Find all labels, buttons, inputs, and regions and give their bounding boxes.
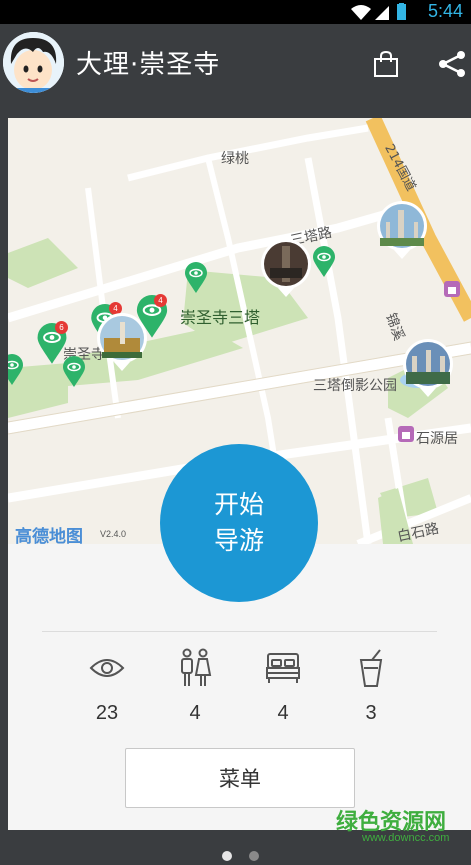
bed-icon xyxy=(248,644,318,692)
drink-icon xyxy=(336,644,406,692)
photo-marker-towers[interactable] xyxy=(376,200,428,260)
map-label-lutao: 绿桃 xyxy=(221,151,249,167)
map-label-chongsheng-santa: 崇圣寺三塔 xyxy=(180,308,261,327)
stat-drinks-value: 3 xyxy=(365,702,377,724)
photo-marker-lake[interactable] xyxy=(402,338,454,398)
app-bar: 大理·崇圣寺 xyxy=(0,24,471,102)
map-label-santa-daoying-park: 三塔倒影公园 xyxy=(313,378,397,394)
shop-marker-icon[interactable] xyxy=(398,426,414,442)
stat-restrooms-value: 4 xyxy=(189,702,201,724)
map-label-shiyuan: 石源居 xyxy=(416,431,458,447)
avatar-cartoon-icon xyxy=(3,32,64,93)
pin-badge: 6 xyxy=(55,321,68,334)
share-icon[interactable] xyxy=(437,50,467,82)
eye-icon xyxy=(72,644,142,692)
stat-sights-value: 23 xyxy=(95,702,119,724)
sight-pin-icon[interactable] xyxy=(184,262,208,294)
stat-hotels[interactable]: 4 xyxy=(248,644,318,725)
status-icons xyxy=(349,3,409,25)
shopping-bag-icon[interactable] xyxy=(372,50,400,82)
stat-restrooms[interactable]: 4 xyxy=(160,644,230,725)
page-title: 大理·崇圣寺 xyxy=(76,50,221,80)
start-tour-button[interactable]: 开始 导游 xyxy=(160,444,318,602)
page-dot-active[interactable] xyxy=(222,851,232,861)
sight-pin-icon[interactable] xyxy=(8,354,24,386)
page-indicator xyxy=(222,846,271,865)
shop-marker-icon[interactable] xyxy=(444,281,460,297)
divider xyxy=(42,631,437,632)
stat-sights[interactable]: 23 xyxy=(72,644,142,725)
menu-button[interactable]: 菜单 xyxy=(125,748,355,808)
status-time: 5:44 xyxy=(427,1,463,21)
watermark-url: www.downcc.com xyxy=(362,832,450,844)
pin-badge: 4 xyxy=(154,294,167,307)
restroom-icon xyxy=(160,644,230,692)
start-tour-label-line1: 开始 xyxy=(213,490,264,519)
amap-version: V2.4.0 xyxy=(100,529,127,539)
stat-hotels-value: 4 xyxy=(277,702,289,724)
photo-marker-pagoda[interactable] xyxy=(260,238,312,298)
photo-marker-temple[interactable] xyxy=(96,312,148,372)
status-bar: 5:44 xyxy=(0,0,471,24)
wifi-signal-battery-icon xyxy=(351,3,406,20)
page-dot[interactable] xyxy=(249,851,260,861)
start-tour-label-line2: 导游 xyxy=(213,526,264,555)
avatar[interactable] xyxy=(3,32,64,93)
scenic-card: 绿桃 214国道 三塔路 崇圣寺三塔 崇圣寺 锦溪 三塔倒影公园 石源居 白石路 xyxy=(8,118,471,830)
sight-pin-icon[interactable] xyxy=(312,246,336,278)
stat-drinks[interactable]: 3 xyxy=(336,644,406,725)
amap-logo: 高德地图 xyxy=(15,527,83,544)
